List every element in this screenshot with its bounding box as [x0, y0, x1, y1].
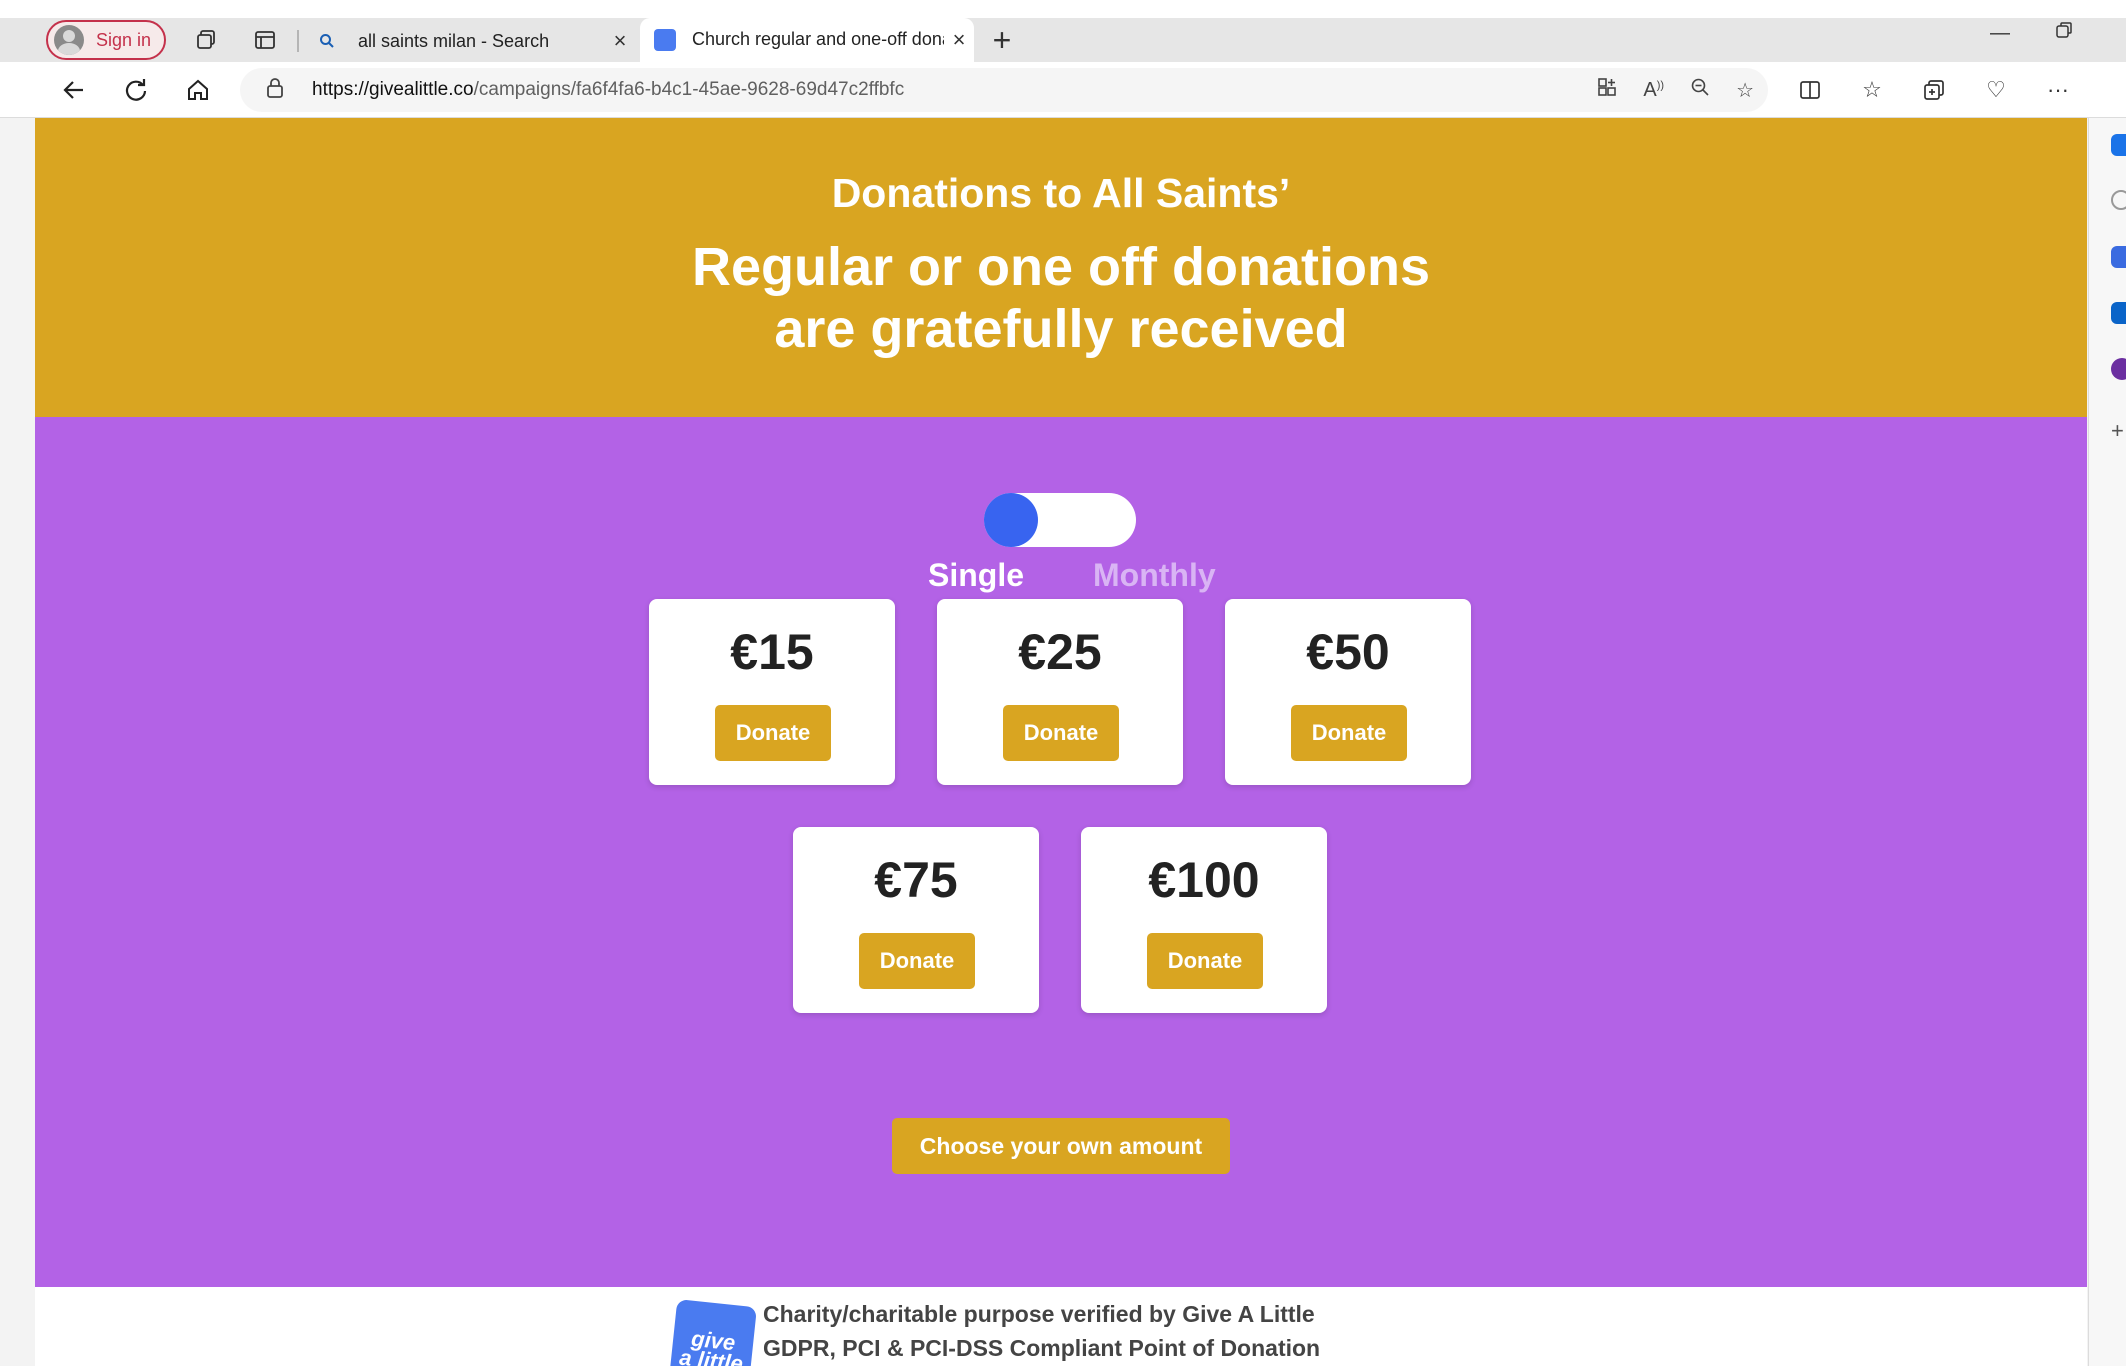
minimize-icon[interactable]: — [1990, 22, 2010, 45]
workspaces-icon[interactable] [188, 22, 224, 58]
favorite-star-icon[interactable]: ☆ [1736, 78, 1754, 103]
amount-card-100: €100 Donate [1081, 827, 1327, 1013]
sign-in-button[interactable]: Sign in [46, 20, 166, 60]
zoom-out-icon[interactable] [1690, 77, 1710, 103]
amount-value: €25 [1018, 624, 1102, 680]
hero-banner: Donations to All Saints’ Regular or one … [35, 118, 2087, 417]
sign-in-label: Sign in [96, 29, 152, 50]
verification-footer: give a little Charity/charitable purpose … [35, 1287, 2087, 1366]
frequency-toggle[interactable] [984, 493, 1136, 547]
toggle-knob [984, 493, 1038, 547]
profile-avatar-icon [54, 25, 84, 55]
donate-button[interactable]: Donate [715, 705, 831, 761]
donation-panel: Single Monthly €15 Donate €25 Donate €50… [35, 417, 2087, 1287]
lock-icon[interactable] [264, 77, 286, 103]
donate-button[interactable]: Donate [1003, 705, 1119, 761]
subtitle-line-2: are gratefully received [774, 299, 1348, 359]
verification-line-1: Charity/charitable purpose verified by G… [763, 1301, 1315, 1327]
verification-line-2: GDPR, PCI & PCI-DSS Compliant Point of D… [763, 1335, 1321, 1361]
amount-value: €75 [874, 852, 958, 908]
restore-icon[interactable] [2054, 20, 2074, 46]
amount-card-50: €50 Donate [1225, 599, 1471, 785]
copilot-icon[interactable] [2111, 134, 2126, 156]
collections-icon[interactable] [1916, 72, 1952, 108]
url-path: /campaigns/fa6f4fa6-b4c1-45ae-9628-69d47… [473, 79, 905, 100]
amount-card-25: €25 Donate [937, 599, 1183, 785]
url-host: https://givealittle.co [312, 79, 474, 100]
choose-own-amount-button[interactable]: Choose your own amount [892, 1118, 1230, 1174]
tab-actions-icon[interactable] [247, 22, 283, 58]
close-tab-icon[interactable]: × [944, 27, 974, 53]
outlook-icon[interactable] [2111, 302, 2126, 324]
url-text: https://givealittle.co/campaigns/fa6f4fa… [312, 79, 904, 101]
home-icon[interactable] [180, 72, 216, 108]
read-aloud-icon[interactable]: A)) [1643, 79, 1664, 102]
address-bar[interactable]: https://givealittle.co/campaigns/fa6f4fa… [240, 68, 1768, 112]
tab-title: Church regular and one-off dona [692, 29, 944, 49]
donate-button[interactable]: Donate [859, 933, 975, 989]
close-tab-icon[interactable]: × [605, 28, 635, 54]
subtitle-line-1: Regular or one off donations [692, 237, 1430, 297]
title-strip [0, 0, 2126, 18]
address-toolbar: https://givealittle.co/campaigns/fa6f4fa… [0, 62, 2126, 118]
new-tab-button[interactable]: + [984, 22, 1020, 59]
search-icon [316, 33, 338, 49]
tab-search[interactable]: all saints milan - Search × [300, 20, 635, 62]
page-title: Donations to All Saints’ [831, 170, 1291, 216]
givealittle-favicon-icon [654, 28, 676, 51]
split-screen-icon[interactable] [1792, 72, 1828, 108]
search-icon[interactable] [2111, 190, 2126, 210]
single-option[interactable]: Single [928, 557, 1024, 594]
give-a-little-logo: give a little [669, 1299, 757, 1366]
donate-button[interactable]: Donate [1291, 705, 1407, 761]
games-icon[interactable] [2111, 358, 2126, 380]
more-menu-icon[interactable]: ··· [2040, 72, 2076, 108]
amount-value: €50 [1306, 624, 1390, 680]
amount-value: €100 [1148, 852, 1260, 908]
tools-icon[interactable] [2111, 246, 2126, 268]
monthly-option[interactable]: Monthly [1093, 557, 1216, 594]
refresh-icon[interactable] [118, 72, 154, 108]
browser-essentials-icon[interactable]: ♡ [1978, 72, 2014, 108]
amount-card-75: €75 Donate [793, 827, 1039, 1013]
web-page: Donations to All Saints’ Regular or one … [35, 118, 2087, 1366]
add-sidebar-app-icon[interactable]: + [2111, 418, 2126, 443]
favorites-icon[interactable]: ☆ [1854, 72, 1890, 108]
donate-button[interactable]: Donate [1147, 933, 1263, 989]
back-icon[interactable] [56, 72, 92, 108]
tab-separator [297, 30, 299, 52]
app-available-icon[interactable] [1597, 77, 1617, 103]
amount-card-15: €15 Donate [649, 599, 895, 785]
tab-title: all saints milan - Search [358, 30, 550, 51]
amount-value: €15 [730, 624, 814, 680]
edge-sidebar: + [2088, 118, 2126, 1366]
page-subtitle: Regular or one off donations are gratefu… [35, 236, 2087, 360]
